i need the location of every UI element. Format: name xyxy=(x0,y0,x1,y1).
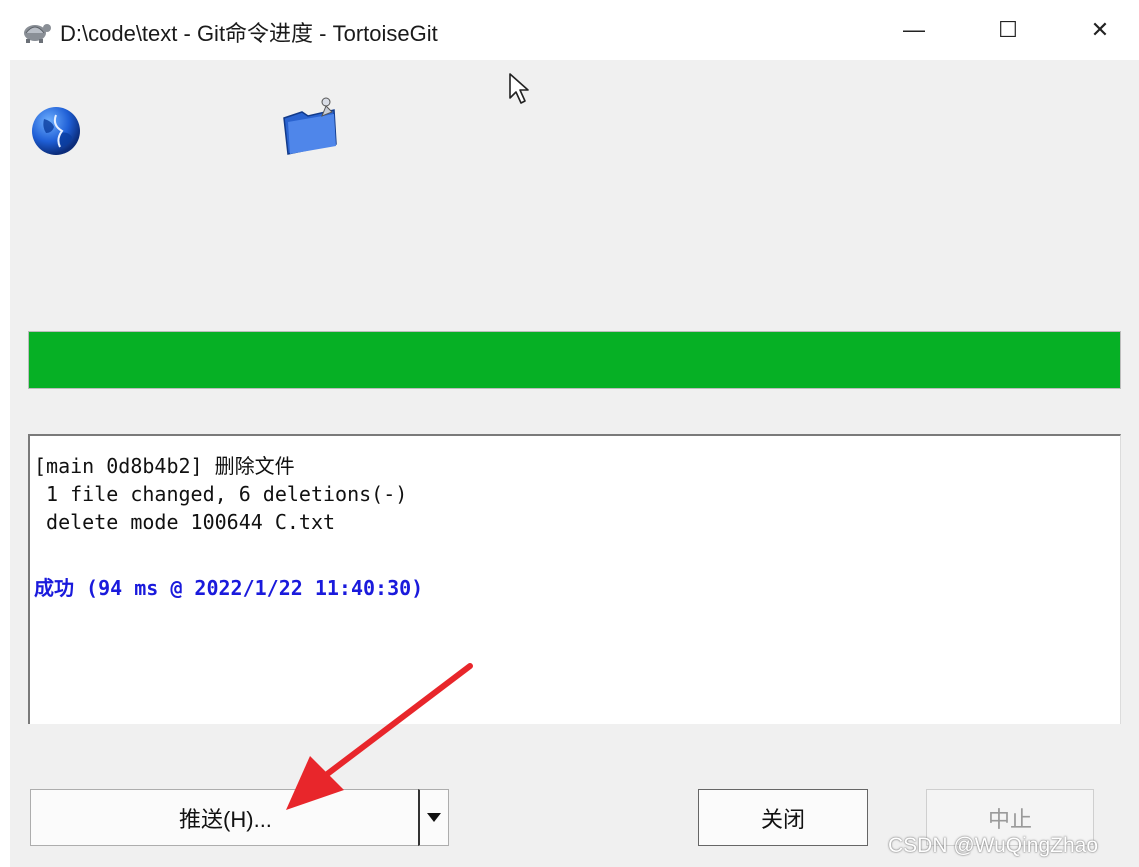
minimize-button[interactable]: — xyxy=(884,8,944,52)
log-line-commit: [main 0d8b4b2] 删除文件 xyxy=(34,454,295,478)
title-bar: D:\code\text - Git命令进度 - TortoiseGit — ☐… xyxy=(0,0,1139,60)
progress-fill xyxy=(29,332,1120,388)
output-log[interactable]: [main 0d8b4b2] 删除文件 1 file changed, 6 de… xyxy=(28,434,1121,724)
close-button[interactable]: 关闭 xyxy=(698,789,868,846)
globe-icon xyxy=(32,107,80,155)
watermark: CSDN @WuQingZhao xyxy=(888,834,1098,857)
log-line-delete: delete mode 100644 C.txt xyxy=(34,510,336,534)
close-window-button[interactable]: ✕ xyxy=(1070,8,1130,52)
progress-bar xyxy=(28,331,1121,389)
log-line-success: 成功 (94 ms @ 2022/1/22 11:40:30) xyxy=(34,576,424,600)
window-title: D:\code\text - Git命令进度 - TortoiseGit xyxy=(60,21,438,46)
annotation-arrow xyxy=(286,663,473,810)
mouse-pointer-icon xyxy=(509,73,529,104)
log-line-summary: 1 file changed, 6 deletions(-) xyxy=(34,482,408,506)
maximize-button[interactable]: ☐ xyxy=(978,8,1038,52)
tortoise-icon xyxy=(24,24,51,43)
folder-icon xyxy=(283,97,337,155)
